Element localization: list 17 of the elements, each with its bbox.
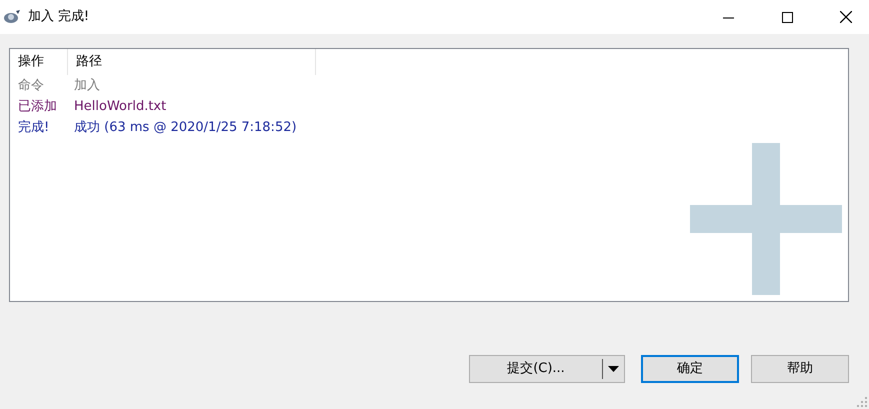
path-cell-text: 成功 (63 ms @ 2020/1/25 7:18:52) <box>73 119 297 137</box>
resize-grip-icon[interactable] <box>857 397 867 407</box>
close-icon <box>840 11 852 23</box>
column-header[interactable]: 操作 <box>10 49 68 75</box>
action-cell-text: 已添加 <box>17 98 58 116</box>
commit-split-button[interactable]: 提交(C)... <box>469 355 625 383</box>
ok-button[interactable]: 确定 <box>641 355 739 383</box>
column-header[interactable]: 路径 <box>68 49 316 75</box>
maximize-icon <box>782 12 792 22</box>
help-button[interactable]: 帮助 <box>751 355 849 383</box>
path-cell-text: HelloWorld.txt <box>73 98 166 116</box>
plus-icon <box>690 143 842 295</box>
path-cell-text: 加入 <box>73 77 100 95</box>
action-cell-text: 完成! <box>17 119 50 137</box>
app-icon <box>3 9 22 25</box>
action-cell-text: 命令 <box>17 77 45 95</box>
window-title: 加入 完成! <box>28 8 90 26</box>
